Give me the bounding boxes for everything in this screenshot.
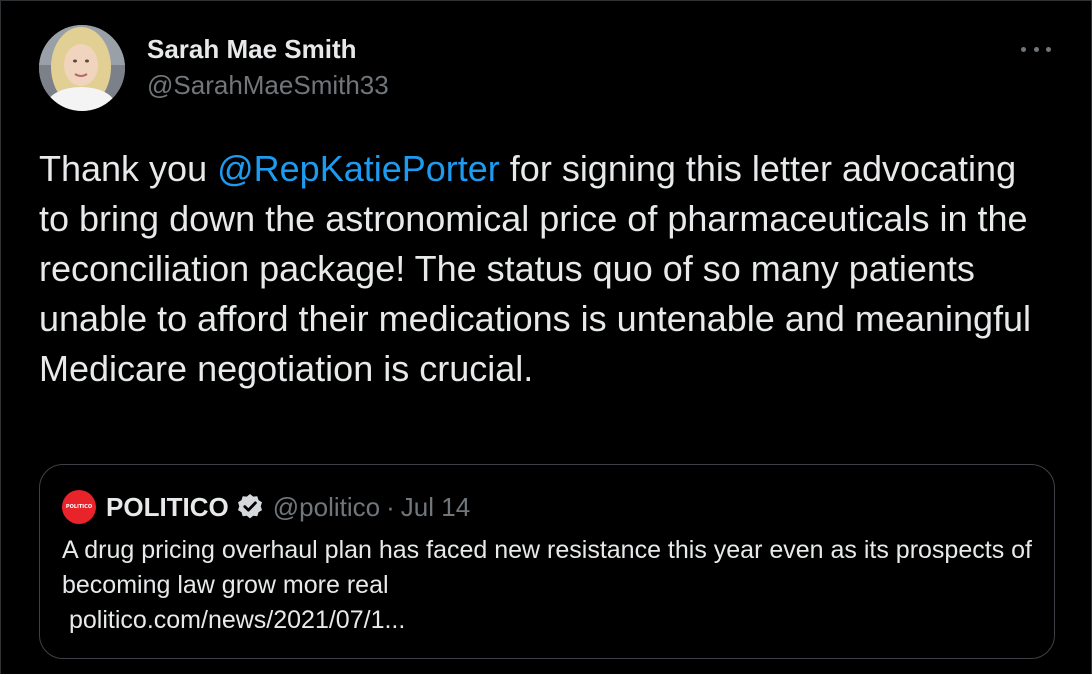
- separator-dot: ·: [386, 491, 395, 522]
- quoted-tweet-body: A drug pricing overhaul plan has faced n…: [62, 536, 1032, 599]
- tweet-text: Thank you @RepKatiePorter for signing th…: [39, 144, 1049, 394]
- quoted-tweet-link[interactable]: politico.com/news/2021/07/1...: [62, 603, 1032, 638]
- quoted-tweet-text: A drug pricing overhaul plan has faced n…: [62, 533, 1032, 638]
- quoted-tweet-date[interactable]: Jul 14: [401, 492, 470, 523]
- tweet-card: Sarah Mae Smith @SarahMaeSmith33 Thank y…: [0, 0, 1092, 674]
- more-dot: [1021, 46, 1026, 52]
- politico-logo-text: POLITICO: [65, 504, 93, 510]
- more-dot: [1046, 46, 1051, 52]
- more-horizontal-icon[interactable]: [1021, 39, 1051, 59]
- avatar-photo: [39, 25, 125, 111]
- author-display-name[interactable]: Sarah Mae Smith: [147, 34, 357, 65]
- author-handle[interactable]: @SarahMaeSmith33: [147, 70, 389, 101]
- tweet-text-start: Thank you: [39, 148, 218, 189]
- mention-link[interactable]: @RepKatiePorter: [217, 148, 500, 189]
- quoted-author-handle[interactable]: @politico: [273, 492, 380, 523]
- politico-logo-avatar[interactable]: POLITICO: [62, 490, 96, 524]
- quoted-author-name[interactable]: POLITICO: [106, 492, 229, 523]
- quoted-tweet-header: POLITICO @politico · Jul 14: [106, 489, 470, 525]
- avatar[interactable]: [39, 25, 125, 111]
- quoted-tweet[interactable]: POLITICO POLITICO @politico · Jul 14 A d…: [39, 464, 1055, 659]
- more-dot: [1033, 46, 1039, 52]
- verified-badge-icon: [235, 492, 265, 522]
